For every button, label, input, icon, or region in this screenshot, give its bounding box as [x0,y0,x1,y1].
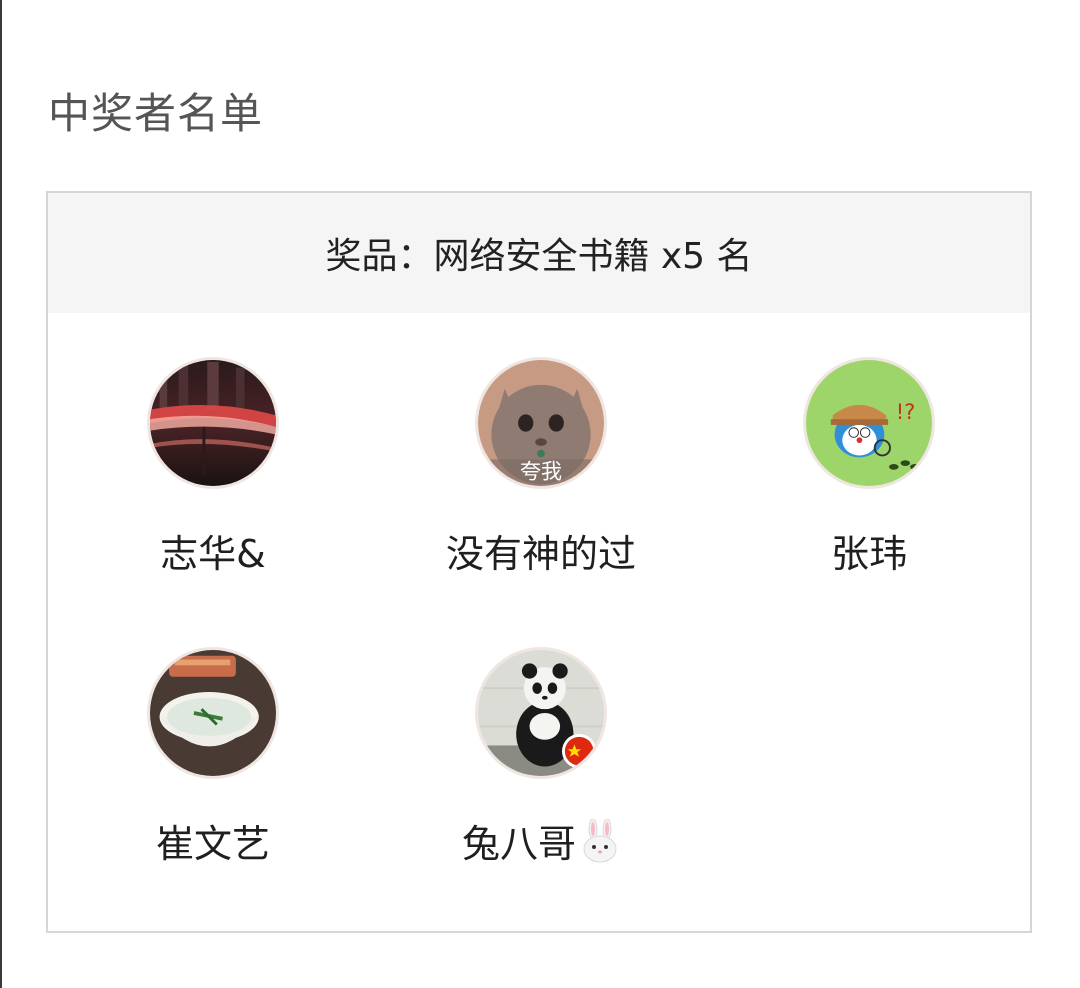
winner-name: 没有神的过 [445,532,636,576]
avatar-caption: 夸我 [520,459,562,483]
winners-card: 奖品：网络安全书籍 x5 名 志华& 夸我 没有神的过 !? 张玮 崔文艺 兔八… [46,191,1032,933]
doraemon-detective-avatar-icon[interactable]: !? [803,357,935,489]
winner-name: 志华& [160,532,266,576]
winner-name: 兔八哥 [376,819,706,869]
winner-item[interactable]: 兔八哥 [376,647,706,869]
winner-name-text: 兔八哥 [461,822,576,866]
rabbit-face-icon [583,819,617,863]
left-edge-divider [0,0,2,988]
winners-page: 中奖者名单 奖品：网络安全书籍 x5 名 志华& 夸我 没有神的过 !? 张玮 … [0,0,1080,988]
winner-name: 张玮 [830,532,907,576]
cat-avatar-icon[interactable]: 夸我 [475,357,607,489]
winner-name: 崔文艺 [155,822,270,866]
winner-item[interactable]: 夸我 没有神的过 [376,357,706,579]
congee-bowl-avatar-icon[interactable] [147,647,279,779]
winner-item[interactable]: 志华& [48,357,378,579]
winner-item[interactable]: !? 张玮 [704,357,1034,579]
svg-text:!?: !? [896,400,916,424]
section-title: 中奖者名单 [48,89,264,138]
city-night-light-trails-avatar-icon[interactable] [147,357,279,489]
prize-label: 奖品：网络安全书籍 x5 名 [325,236,753,277]
panda-avatar-icon[interactable] [475,647,607,779]
prize-header: 奖品：网络安全书籍 x5 名 [48,193,1030,313]
winner-item[interactable]: 崔文艺 [48,647,378,869]
